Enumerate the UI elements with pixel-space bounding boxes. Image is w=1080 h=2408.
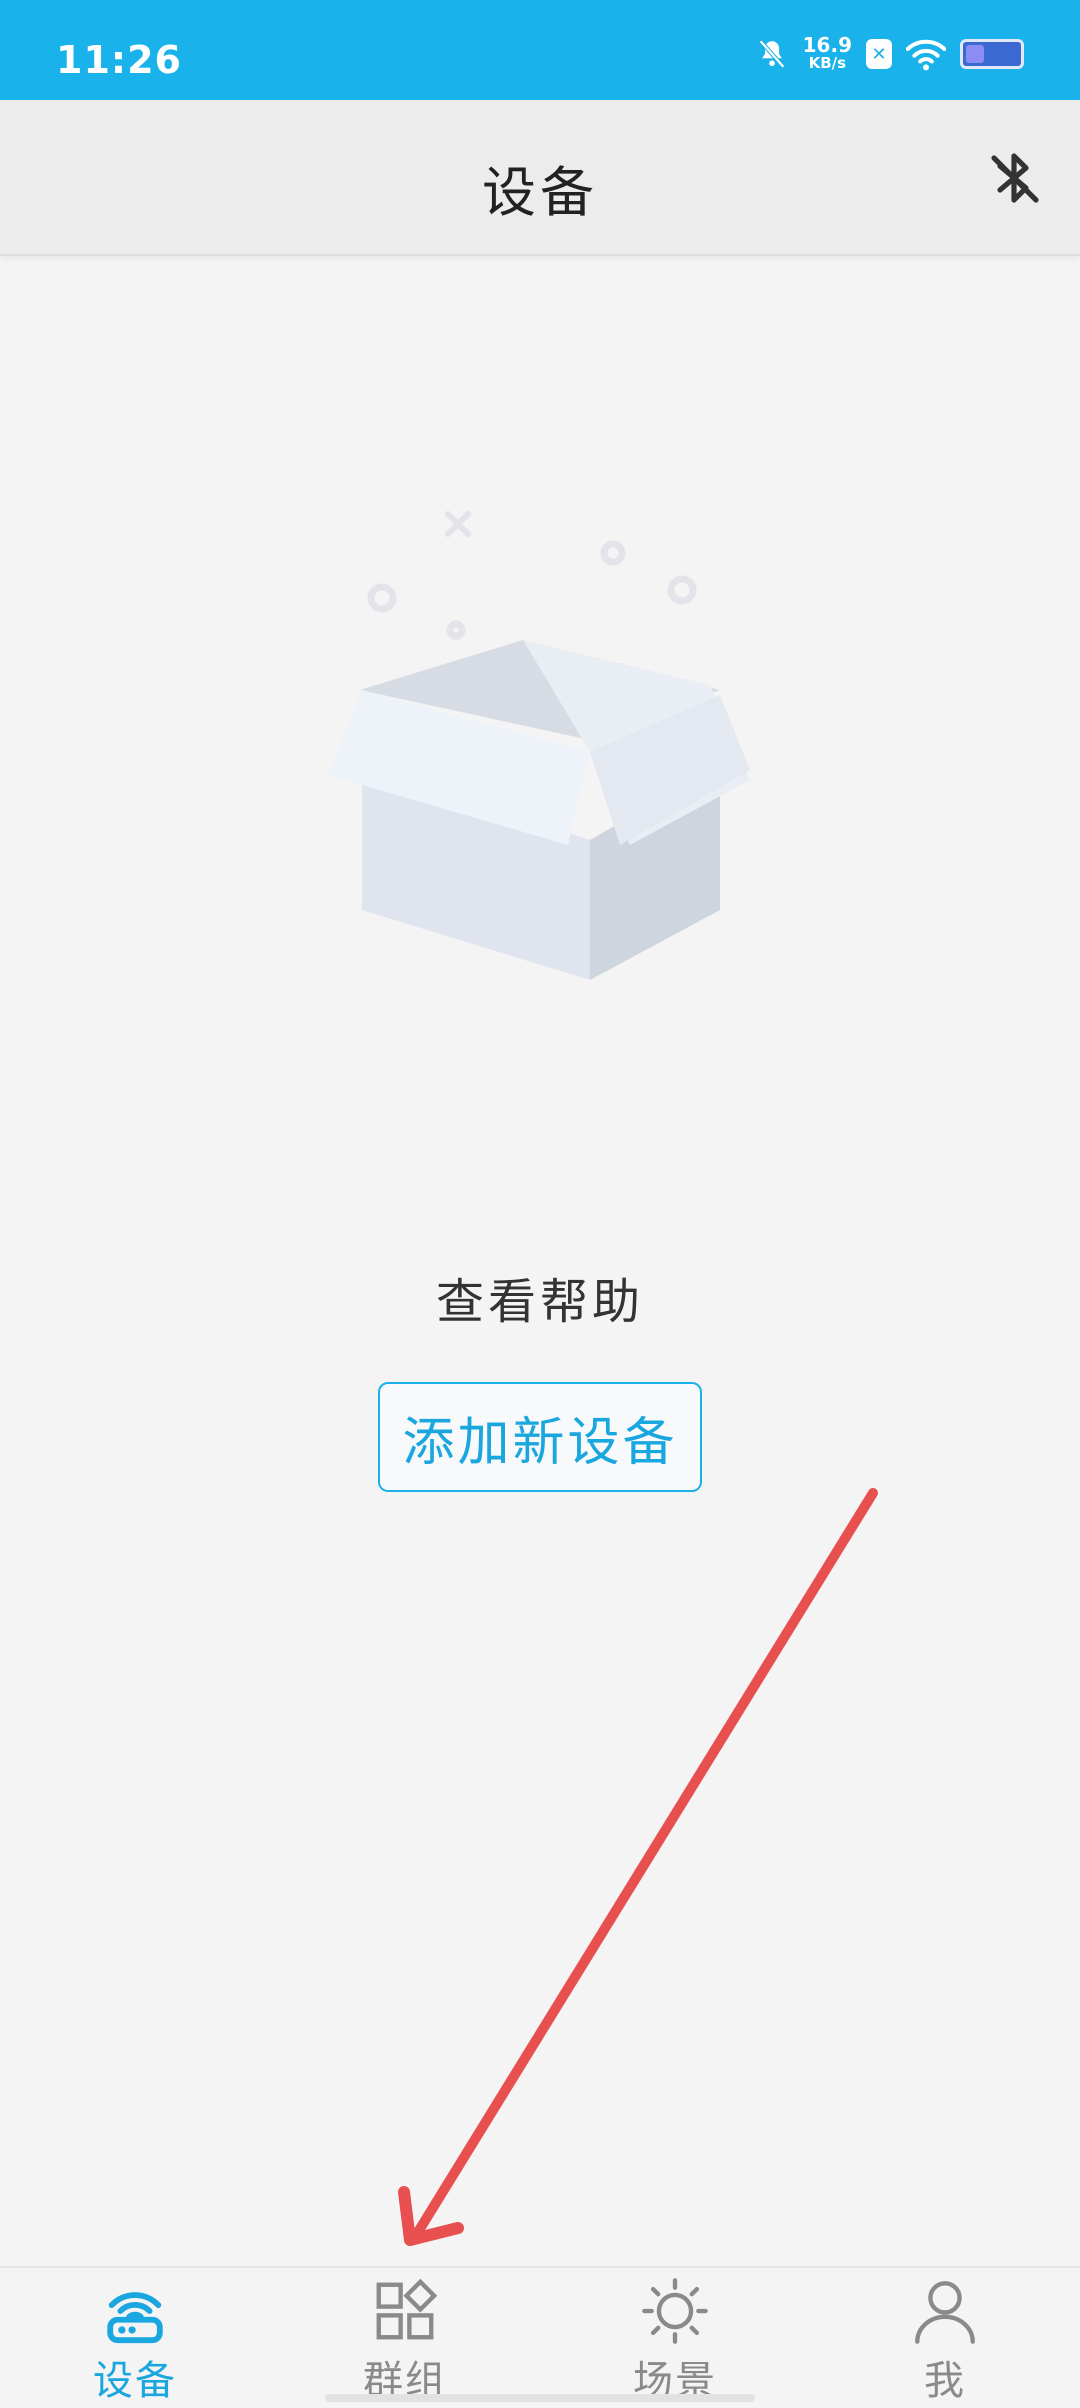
- person-icon: [915, 2281, 975, 2344]
- annotation-arrow: [398, 1488, 878, 2246]
- app-screen: 11:26 16.9 KB/s ✕ 设备 查看帮助 添加新设备 设备 群组 场景…: [0, 0, 1080, 2408]
- add-device-button[interactable]: 添加新设备: [378, 1382, 702, 1492]
- wifi-icon: [906, 39, 946, 71]
- status-icons: 16.9 KB/s ✕: [741, 34, 1024, 74]
- bottom-nav: 设备 群组 场景 我: [0, 2266, 1080, 2408]
- battery-icon: [960, 39, 1024, 69]
- nav-item-scenes[interactable]: 场景: [595, 2276, 755, 2406]
- net-speed-unit: KB/s: [808, 54, 847, 72]
- sun-icon: [642, 2278, 708, 2344]
- nav-item-me[interactable]: 我: [865, 2276, 1025, 2406]
- nav-item-groups[interactable]: 群组: [325, 2276, 485, 2406]
- status-bar: 11:26 16.9 KB/s ✕: [0, 0, 1080, 100]
- home-indicator[interactable]: [325, 2394, 755, 2402]
- app-header: 设备: [0, 100, 1080, 256]
- groups-icon: [376, 2278, 438, 2340]
- battery-level: [966, 45, 984, 63]
- open-box-icon: [328, 511, 750, 980]
- bell-muted-icon: [758, 39, 785, 69]
- nav-label-devices: 设备: [93, 2358, 177, 2404]
- status-time: 11:26: [56, 38, 182, 82]
- nav-label-me: 我: [924, 2358, 966, 2404]
- net-speed-value: 16.9: [802, 33, 852, 57]
- app-badge-icon: ✕: [866, 39, 892, 69]
- nav-item-devices[interactable]: 设备: [55, 2276, 215, 2406]
- help-link[interactable]: 查看帮助: [0, 1262, 1080, 1332]
- bluetooth-off-icon[interactable]: [982, 146, 1046, 210]
- router-icon: [107, 2292, 163, 2344]
- page-title: 设备: [482, 161, 598, 224]
- net-speed: 16.9 KB/s: [802, 33, 852, 72]
